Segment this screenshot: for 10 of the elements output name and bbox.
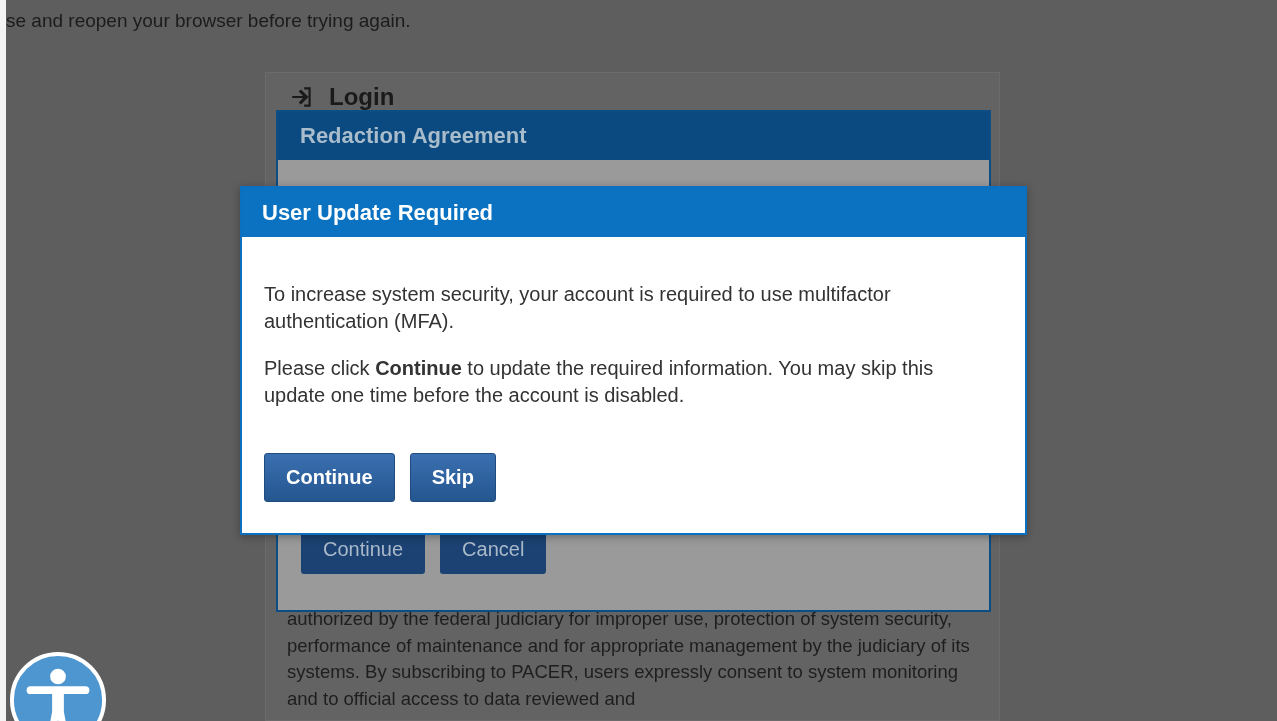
skip-button[interactable]: Skip (409, 453, 496, 502)
notice-text: se and reopen your browser before trying again. (6, 10, 412, 32)
accessibility-icon[interactable] (9, 651, 107, 721)
dialog-message: To increase system security, your account is required to use multifactor authentication (MFA). (264, 282, 892, 334)
terms-paragraph: authorized by the federal judiciary for improper use, protection of system security, performance of maintenance and for appropriate management by the judiciary of its systems. By subscribing to PACER, users expressly consent to system monitoring and to official access to data reviewed and (287, 607, 971, 711)
continue-button[interactable]: Continue (264, 453, 395, 502)
login-title: Login (329, 83, 395, 111)
dialog-title: Redaction Agreement (300, 123, 527, 149)
dialog-message: Please click Continue to update the required information. You may skip this update one time before the account is disabled. (264, 356, 935, 408)
dialog-title: User Update Required (262, 199, 494, 226)
